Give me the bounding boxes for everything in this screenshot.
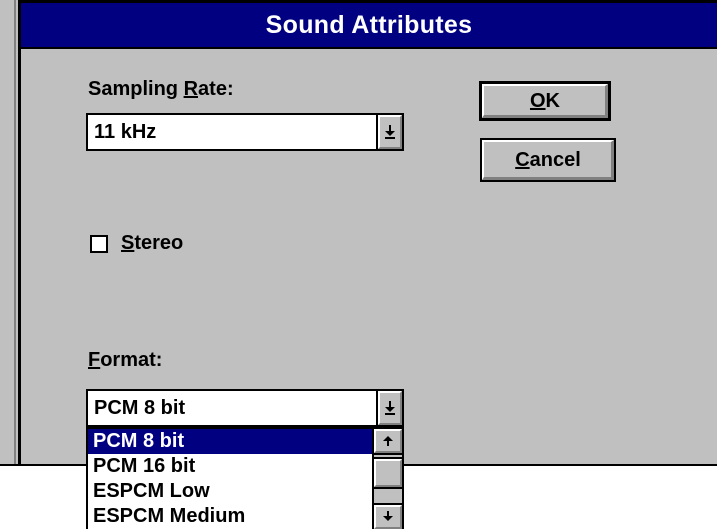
format-dropdown-button[interactable] xyxy=(376,391,402,425)
scroll-down-button[interactable] xyxy=(374,505,402,529)
sound-attributes-dialog: Sound Attributes Sampling Rate: 11 kHz O… xyxy=(0,0,717,466)
ok-button[interactable]: OK xyxy=(479,81,611,121)
sampling-rate-label: Sampling Rate: xyxy=(88,78,234,101)
sampling-rate-label-text: Sampling xyxy=(88,78,184,100)
arrow-down-icon xyxy=(383,511,393,521)
stereo-label-text: tereo xyxy=(134,232,184,254)
cancel-button-text: ancel xyxy=(529,149,581,171)
ok-button-label: OK xyxy=(482,84,608,118)
format-label: Format: xyxy=(88,349,162,372)
format-dropdown-list[interactable]: PCM 8 bit PCM 16 bit ESPCM Low ESPCM Med… xyxy=(86,427,404,529)
arrow-up-icon xyxy=(383,436,393,446)
sampling-rate-label-rest: ate: xyxy=(198,78,234,100)
ok-button-accel: O xyxy=(529,90,546,112)
arrow-down-bar-icon xyxy=(385,401,395,415)
format-list-scrollbar[interactable] xyxy=(372,429,402,529)
sampling-rate-dropdown-button[interactable] xyxy=(376,115,402,149)
scroll-thumb[interactable] xyxy=(372,457,402,489)
cancel-button-label: Cancel xyxy=(482,140,614,180)
cancel-button[interactable]: Cancel xyxy=(480,138,616,182)
format-label-text: ormat: xyxy=(100,349,163,371)
format-label-accel: F xyxy=(88,349,101,371)
format-value: PCM 8 bit xyxy=(94,397,186,419)
sampling-rate-label-accel: R xyxy=(183,78,199,100)
ok-button-text: K xyxy=(545,90,560,112)
sampling-rate-value: 11 kHz xyxy=(94,121,157,143)
format-option-espcm-medium[interactable]: ESPCM Medium xyxy=(88,504,372,529)
format-option-espcm-low[interactable]: ESPCM Low xyxy=(88,479,372,504)
sampling-rate-combo[interactable]: 11 kHz xyxy=(86,113,404,151)
stereo-label[interactable]: Stereo xyxy=(121,232,183,255)
stereo-checkbox[interactable] xyxy=(90,235,108,253)
title-separator xyxy=(21,47,717,49)
dialog-title[interactable]: Sound Attributes xyxy=(21,3,717,47)
format-option-pcm-16-bit[interactable]: PCM 16 bit xyxy=(88,454,372,479)
cancel-button-accel: C xyxy=(515,149,530,171)
stereo-label-accel: S xyxy=(121,232,135,254)
scroll-up-button[interactable] xyxy=(374,429,402,453)
arrow-down-bar-icon xyxy=(385,125,395,139)
format-option-pcm-8-bit[interactable]: PCM 8 bit xyxy=(88,429,372,454)
format-combo[interactable]: PCM 8 bit xyxy=(86,389,404,427)
